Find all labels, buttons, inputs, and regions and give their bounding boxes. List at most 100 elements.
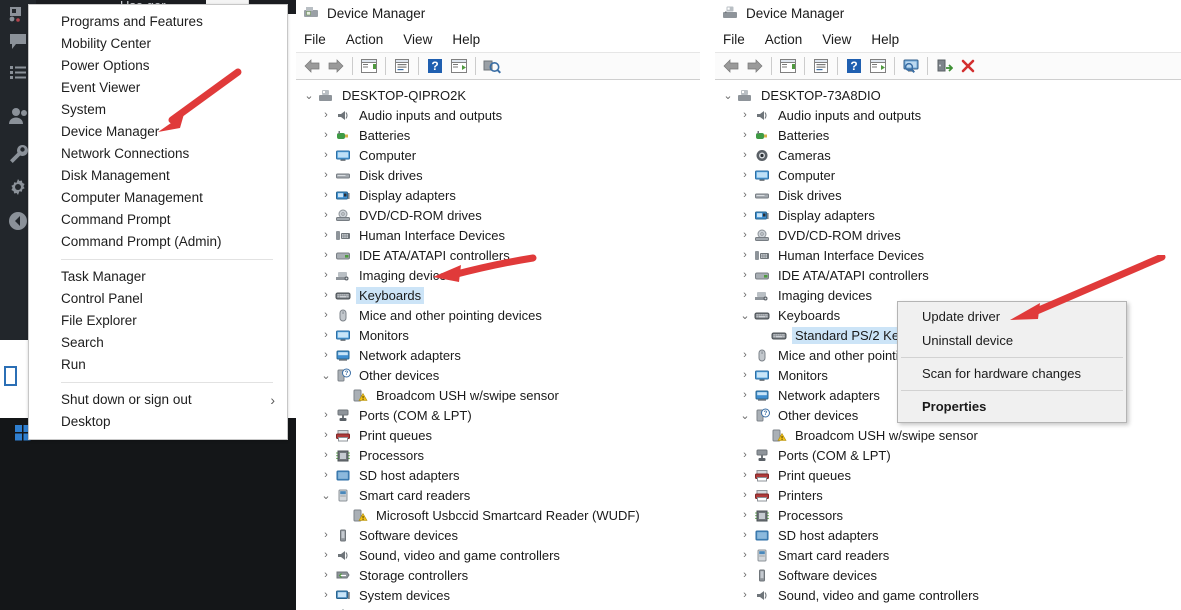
tree-item[interactable]: Microsoft Usbccid Smartcard Reader (WUDF… <box>296 505 700 525</box>
chevron-right-icon[interactable]: › <box>737 209 753 221</box>
show-hide-console-tree-icon[interactable] <box>776 55 800 77</box>
chevron-right-icon[interactable]: › <box>318 209 334 221</box>
list-icon[interactable] <box>7 62 29 84</box>
chevron-right-icon[interactable]: › <box>318 129 334 141</box>
chevron-right-icon[interactable]: › <box>318 169 334 181</box>
tree-item[interactable]: ›Storage controllers <box>715 605 1181 610</box>
tree-item[interactable]: › Software devices <box>296 525 700 545</box>
power-menu-item-file-explorer[interactable]: File Explorer <box>29 310 287 332</box>
tree-item[interactable]: › Display adapters <box>296 185 700 205</box>
chevron-right-icon[interactable]: › <box>737 549 753 561</box>
chevron-right-icon[interactable]: › <box>318 409 334 421</box>
tree-item[interactable]: › Print queues <box>296 425 700 445</box>
chevron-right-icon[interactable]: › <box>737 289 753 301</box>
tree-item[interactable]: › Audio inputs and outputs <box>715 105 1181 125</box>
tree-item[interactable]: Broadcom USH w/swipe sensor <box>296 385 700 405</box>
chevron-right-icon[interactable]: › <box>318 589 334 601</box>
monitor-scan-icon[interactable] <box>899 55 923 77</box>
tree-item[interactable]: › Imaging devices <box>296 265 700 285</box>
tree-item[interactable]: › DVD/CD-ROM drives <box>715 225 1181 245</box>
menu-help[interactable]: Help <box>452 32 480 47</box>
chevron-right-icon[interactable]: › <box>318 189 334 201</box>
context-menu-item-uninstall-device[interactable]: Uninstall device <box>898 329 1126 353</box>
context-menu-item-scan-for-hardware-changes[interactable]: Scan for hardware changes <box>898 362 1126 386</box>
tree-item[interactable]: › Processors <box>715 505 1181 525</box>
tree-item[interactable]: › IDE ATA/ATAPI controllers <box>296 245 700 265</box>
wrench-icon[interactable] <box>7 143 29 165</box>
chevron-right-icon[interactable]: › <box>737 349 753 361</box>
expand-chevron-icon[interactable]: ⌄ <box>301 89 317 102</box>
chevron-right-icon[interactable]: › <box>737 189 753 201</box>
people-icon[interactable] <box>7 105 29 127</box>
chevron-right-icon[interactable]: › <box>737 149 753 161</box>
power-menu-item-control-panel[interactable]: Control Panel <box>29 288 287 310</box>
tree-item[interactable]: › Sound, video and game controllers <box>715 585 1181 605</box>
tree-item[interactable]: › SD host adapters <box>715 525 1181 545</box>
photos-icon[interactable] <box>7 4 29 26</box>
tree-item[interactable]: › System devices <box>296 585 700 605</box>
tree-root-node[interactable]: ⌄ DESKTOP-73A8DIO <box>715 85 1181 105</box>
chevron-right-icon[interactable]: › <box>318 469 334 481</box>
tree-item[interactable]: › Network adapters <box>296 345 700 365</box>
menu-help[interactable]: Help <box>871 32 899 47</box>
tree-item[interactable]: › Batteries <box>296 125 700 145</box>
chevron-right-icon[interactable]: › <box>318 529 334 541</box>
tree-item[interactable]: › Human Interface Devices <box>715 245 1181 265</box>
menu-file[interactable]: File <box>723 32 745 47</box>
power-menu-item-computer-management[interactable]: Computer Management <box>29 187 287 209</box>
chevron-right-icon[interactable]: › <box>318 329 334 341</box>
device-tree-middle[interactable]: ⌄ DESKTOP-QIPRO2K › Audio inputs and output… <box>296 80 700 610</box>
tree-item[interactable]: ›Storage controllers <box>296 565 700 585</box>
chevron-right-icon[interactable]: › <box>737 269 753 281</box>
collapse-arrow-icon[interactable] <box>7 210 29 232</box>
tree-item[interactable]: › Computer <box>715 165 1181 185</box>
chevron-right-icon[interactable]: › <box>737 509 753 521</box>
scan-icon[interactable] <box>866 55 890 77</box>
chevron-right-icon[interactable]: › <box>737 369 753 381</box>
chevron-right-icon[interactable]: › <box>318 549 334 561</box>
messages-icon[interactable] <box>7 30 29 52</box>
chevron-right-icon[interactable]: › <box>318 569 334 581</box>
power-menu-item-event-viewer[interactable]: Event Viewer <box>29 77 287 99</box>
tree-item[interactable]: › Display adapters <box>715 205 1181 225</box>
chevron-right-icon[interactable]: › <box>737 389 753 401</box>
power-menu-item-shut-down-or-sign-out[interactable]: Shut down or sign out › <box>29 389 287 411</box>
tree-item[interactable]: › SD host adapters <box>296 465 700 485</box>
chevron-right-icon[interactable]: › <box>318 109 334 121</box>
chevron-right-icon[interactable]: › <box>318 289 334 301</box>
power-menu-item-device-manager[interactable]: Device Manager <box>29 121 287 143</box>
chevron-down-icon[interactable]: ⌄ <box>737 409 753 422</box>
power-menu-item-search[interactable]: Search <box>29 332 287 354</box>
chevron-right-icon[interactable]: › <box>737 529 753 541</box>
menu-view[interactable]: View <box>822 32 851 47</box>
tree-item[interactable]: Broadcom USH w/swipe sensor <box>715 425 1181 445</box>
power-menu-item-mobility-center[interactable]: Mobility Center <box>29 33 287 55</box>
tree-item[interactable]: › Smart card readers <box>715 545 1181 565</box>
chevron-right-icon[interactable]: › <box>318 309 334 321</box>
chevron-right-icon[interactable]: › <box>318 349 334 361</box>
power-menu-item-command-prompt[interactable]: Command Prompt <box>29 209 287 231</box>
uninstall-device-icon[interactable] <box>956 55 980 77</box>
context-menu-item-properties[interactable]: Properties <box>898 395 1126 419</box>
forward-arrow-icon[interactable] <box>743 55 767 77</box>
help-icon[interactable]: ? <box>423 55 447 77</box>
chevron-right-icon[interactable]: › <box>318 449 334 461</box>
chevron-right-icon[interactable]: › <box>737 109 753 121</box>
tree-item[interactable]: › DVD/CD-ROM drives <box>296 205 700 225</box>
chevron-right-icon[interactable]: › <box>318 269 334 281</box>
chevron-right-icon[interactable]: › <box>737 249 753 261</box>
chevron-right-icon[interactable]: › <box>318 429 334 441</box>
gear-icon[interactable] <box>7 176 29 198</box>
chevron-down-icon[interactable]: ⌄ <box>318 489 334 502</box>
back-arrow-icon[interactable] <box>300 55 324 77</box>
power-menu-item-system[interactable]: System <box>29 99 287 121</box>
tree-item[interactable]: ⌄ Smart card readers <box>296 485 700 505</box>
tree-root-node[interactable]: ⌄ DESKTOP-QIPRO2K <box>296 85 700 105</box>
power-menu-item-desktop[interactable]: Desktop <box>29 411 287 433</box>
tree-item[interactable]: ›Universal Serial Bus controllers <box>296 605 700 610</box>
tree-item[interactable]: › Sound, video and game controllers <box>296 545 700 565</box>
properties-icon[interactable] <box>390 55 414 77</box>
tree-item[interactable]: › Printers <box>715 485 1181 505</box>
chevron-right-icon[interactable]: › <box>318 149 334 161</box>
menu-view[interactable]: View <box>403 32 432 47</box>
